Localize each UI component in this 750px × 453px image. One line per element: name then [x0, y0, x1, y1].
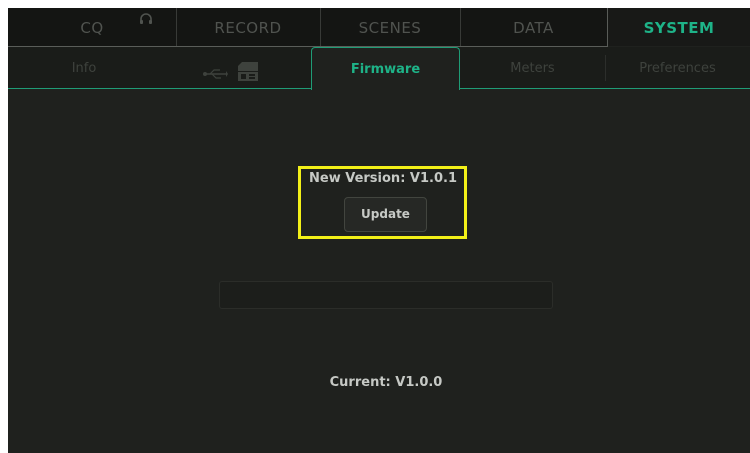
subtab-firmware-label: Firmware — [350, 62, 421, 77]
subtab-underline — [8, 88, 312, 89]
tab-system[interactable]: SYSTEM — [608, 8, 750, 46]
subtab-preferences[interactable]: Preferences — [605, 47, 750, 89]
tab-scenes[interactable]: SCENES — [320, 8, 460, 46]
subtab-firmware[interactable]: Firmware — [311, 47, 460, 90]
mixer-screen: CQ RECORD SCENES DATA SYSTEM Info Meters… — [8, 8, 750, 453]
top-tab-bar: CQ RECORD SCENES DATA SYSTEM — [8, 8, 750, 46]
current-version-label: Current: V1.0.0 — [329, 375, 443, 390]
update-progress-bar — [219, 281, 553, 309]
usb-icon — [203, 69, 228, 79]
tab-record[interactable]: RECORD — [176, 8, 320, 46]
sd-card-icon — [238, 62, 258, 81]
highlight-annotation — [298, 166, 467, 239]
subtab-info[interactable]: Info — [8, 47, 160, 89]
subtab-underline — [459, 88, 750, 89]
subtab-meters[interactable]: Meters — [460, 47, 605, 89]
headphones-icon — [140, 13, 152, 24]
tab-data[interactable]: DATA — [460, 8, 607, 46]
